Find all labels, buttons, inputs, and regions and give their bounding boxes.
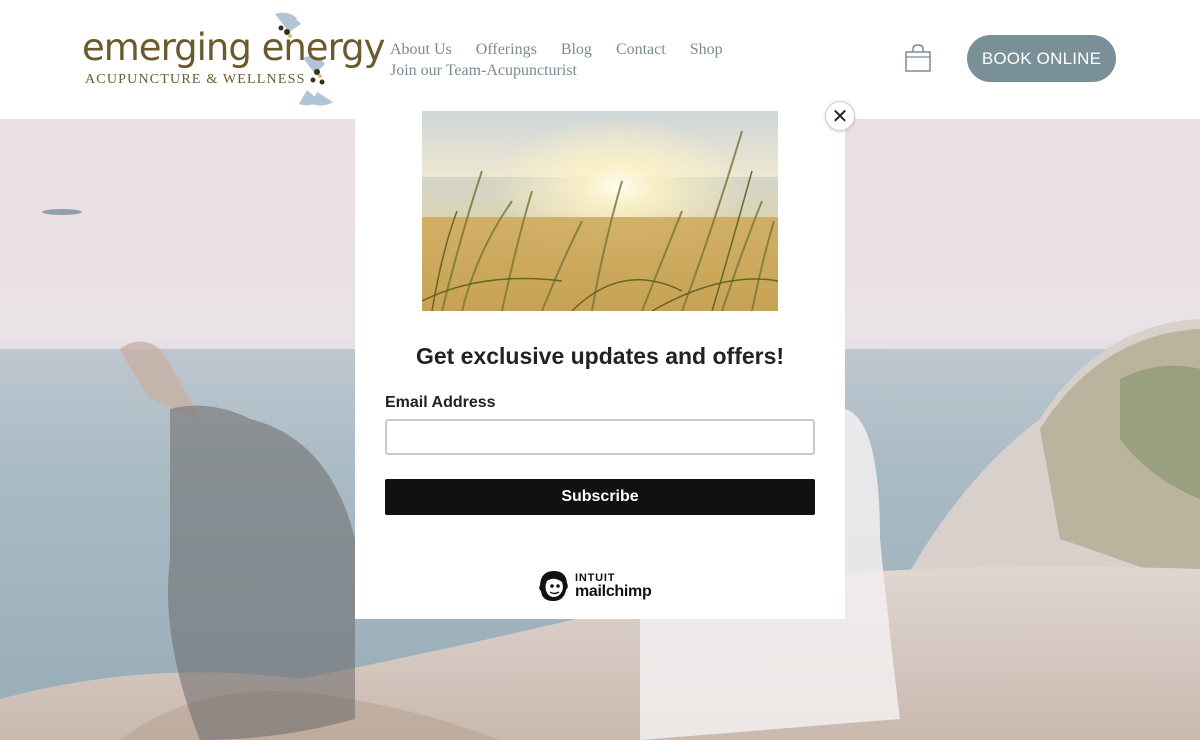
site-logo[interactable]: emerging energy ACUPUNCTURE & WELLNESS xyxy=(82,12,386,107)
mailchimp-freddie-icon xyxy=(539,571,568,601)
nav-row-primary: About Us Offerings Blog Contact Shop xyxy=(390,40,770,60)
nav-link-contact[interactable]: Contact xyxy=(616,40,666,60)
site-header: emerging energy ACUPUNCTURE & WELLNESS A… xyxy=(0,0,1200,119)
newsletter-popup: Get exclusive updates and offers! Email … xyxy=(355,111,845,619)
logo-tagline: ACUPUNCTURE & WELLNESS xyxy=(85,72,306,87)
nav-link-about-us[interactable]: About Us xyxy=(390,40,452,60)
shopping-bag-icon[interactable] xyxy=(902,42,934,74)
mailchimp-wordmark: INTUIT mailchimp xyxy=(575,571,652,600)
book-online-button[interactable]: BOOK ONLINE xyxy=(967,35,1116,82)
popup-title: Get exclusive updates and offers! xyxy=(415,343,785,369)
nav-row-secondary: Join our Team-Acupuncturist xyxy=(390,61,770,81)
nav-link-blog[interactable]: Blog xyxy=(561,40,592,60)
close-icon[interactable]: ✕ xyxy=(825,101,855,131)
nav-link-shop[interactable]: Shop xyxy=(690,40,723,60)
nav-link-offerings[interactable]: Offerings xyxy=(476,40,537,60)
nav-link-join-team[interactable]: Join our Team-Acupuncturist xyxy=(390,61,577,81)
subscribe-button[interactable]: Subscribe xyxy=(385,479,815,515)
email-address-input[interactable] xyxy=(385,419,815,455)
badge-mailchimp-text: mailchimp xyxy=(575,582,652,600)
email-address-label: Email Address xyxy=(385,394,496,411)
intuit-mailchimp-badge[interactable]: INTUIT mailchimp xyxy=(538,568,668,604)
logo-wordmark: emerging energy xyxy=(82,26,386,69)
badge-intuit-text: INTUIT xyxy=(575,571,616,584)
main-nav: About Us Offerings Blog Contact Shop Joi… xyxy=(390,40,770,81)
beach-sunset-image xyxy=(422,111,778,311)
